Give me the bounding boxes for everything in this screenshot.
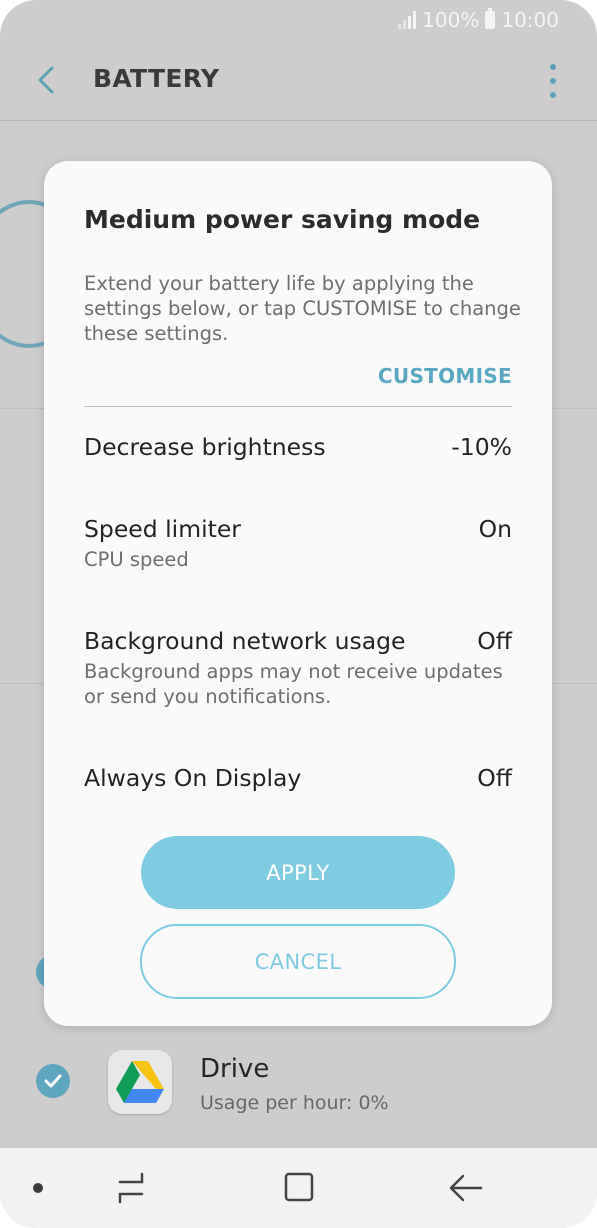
app-usage: Usage per hour: 0% — [200, 1092, 389, 1114]
arrow-back-icon — [38, 66, 54, 94]
setting-value: On — [478, 515, 512, 543]
power-saving-dialog: Medium power saving mode Extend your bat… — [44, 161, 552, 1026]
cancel-button[interactable]: CANCEL — [140, 924, 456, 999]
setting-value: Off — [477, 764, 512, 792]
check-icon — [44, 1074, 62, 1088]
setting-background-network: Background network usage Off Background … — [84, 627, 512, 709]
checkbox[interactable] — [36, 1064, 70, 1098]
status-bar: 100% 10:00 — [0, 0, 597, 40]
dialog-description: Extend your battery life by applying the… — [84, 272, 521, 345]
navigation-bar — [0, 1147, 597, 1228]
dialog-divider — [84, 406, 512, 407]
list-item[interactable]: Drive Usage per hour: 0% — [0, 1028, 597, 1148]
back-nav-icon[interactable] — [447, 1170, 485, 1206]
customise-button[interactable]: CUSTOMISE — [378, 364, 512, 388]
apply-button[interactable]: APPLY — [141, 836, 455, 909]
app-name: Drive — [200, 1054, 270, 1084]
app-icon-tile — [108, 1050, 172, 1114]
status-indicators: 100% 10:00 — [398, 8, 559, 32]
more-vertical-icon — [550, 64, 556, 70]
signal-icon — [398, 11, 417, 29]
setting-value: Off — [477, 627, 512, 655]
battery-icon — [485, 8, 496, 29]
setting-always-on-display: Always On Display Off — [84, 764, 512, 792]
more-options-button[interactable] — [545, 64, 561, 98]
setting-label: Background network usage — [84, 627, 406, 655]
screen: 100% 10:00 BATTERY Drive Usage per hour:… — [0, 0, 597, 1228]
setting-label: Speed limiter — [84, 515, 241, 543]
setting-description: CPU speed — [84, 548, 189, 571]
setting-value: -10% — [451, 433, 512, 461]
dot-icon[interactable] — [33, 1183, 43, 1193]
setting-description: Background apps may not receive updates … — [84, 660, 503, 708]
google-drive-icon — [116, 1061, 164, 1103]
back-button[interactable] — [26, 60, 66, 100]
clock: 10:00 — [501, 8, 559, 32]
setting-decrease-brightness: Decrease brightness -10% — [84, 433, 512, 461]
home-icon[interactable] — [282, 1170, 316, 1204]
recent-apps-icon[interactable] — [112, 1170, 150, 1206]
page-title: BATTERY — [93, 64, 220, 93]
battery-percent: 100% — [422, 8, 480, 32]
dialog-title: Medium power saving mode — [84, 205, 481, 234]
app-bar: BATTERY — [0, 40, 597, 121]
setting-speed-limiter: Speed limiter On CPU speed — [84, 515, 512, 572]
setting-label: Always On Display — [84, 764, 302, 792]
setting-label: Decrease brightness — [84, 433, 326, 461]
